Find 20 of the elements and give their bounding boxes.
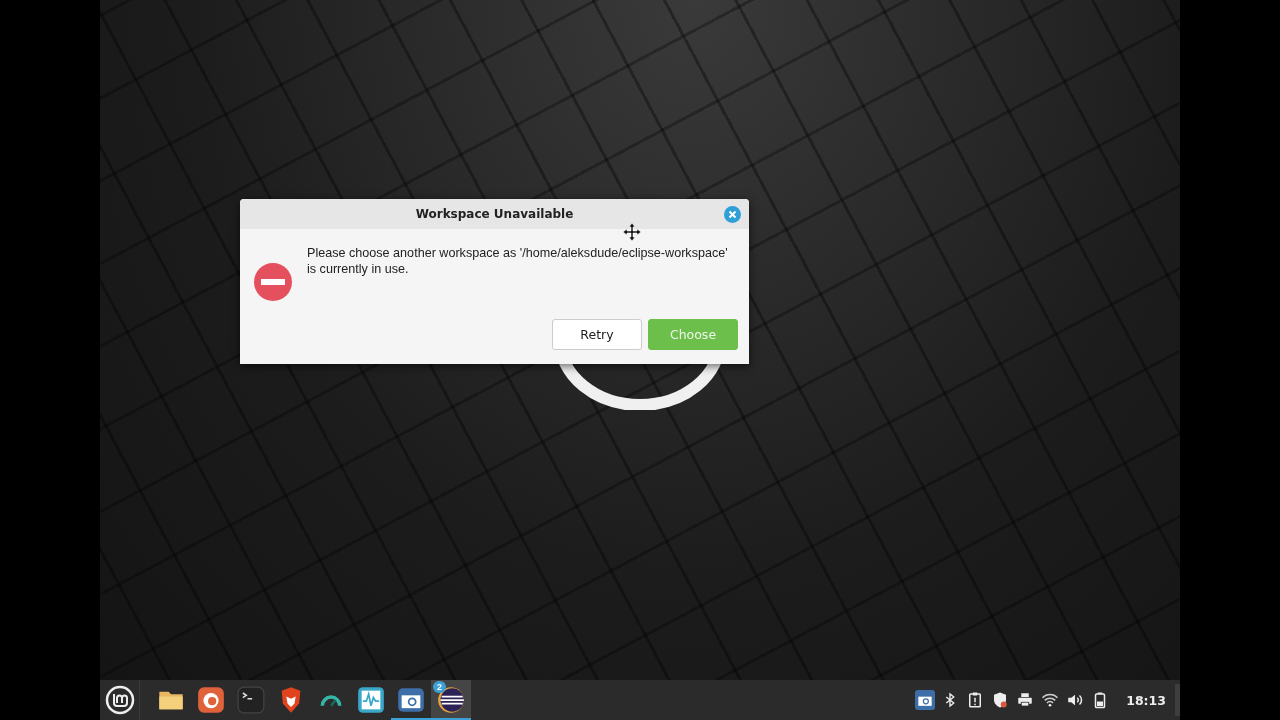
window-count-badge: 2 [433,681,446,693]
clock: 18:13 [1126,692,1166,708]
printer-icon[interactable] [1016,691,1035,709]
taskbar-button[interactable]: 2 [431,680,471,720]
choose-button[interactable]: Choose [648,319,738,350]
fox-icon[interactable] [197,686,225,714]
wifi-icon[interactable] [1041,691,1060,709]
close-button[interactable] [724,206,741,223]
camera-icon[interactable] [397,686,425,714]
retry-button[interactable]: Retry [552,319,642,350]
error-icon [253,262,293,302]
waveform-icon[interactable] [357,686,385,714]
camera-icon[interactable] [915,690,936,710]
show-desktop-handle[interactable] [1175,684,1180,716]
striped-globe-icon[interactable] [437,686,465,714]
terminal-icon[interactable] [237,686,265,714]
error-message: Please choose another workspace as '/home/aleksdude/eclipse-workspace' is currently in use. [307,245,729,278]
window-title: Workspace Unavailable [415,207,574,221]
move-cursor-icon [623,223,641,241]
shield-icon[interactable] [991,691,1010,709]
